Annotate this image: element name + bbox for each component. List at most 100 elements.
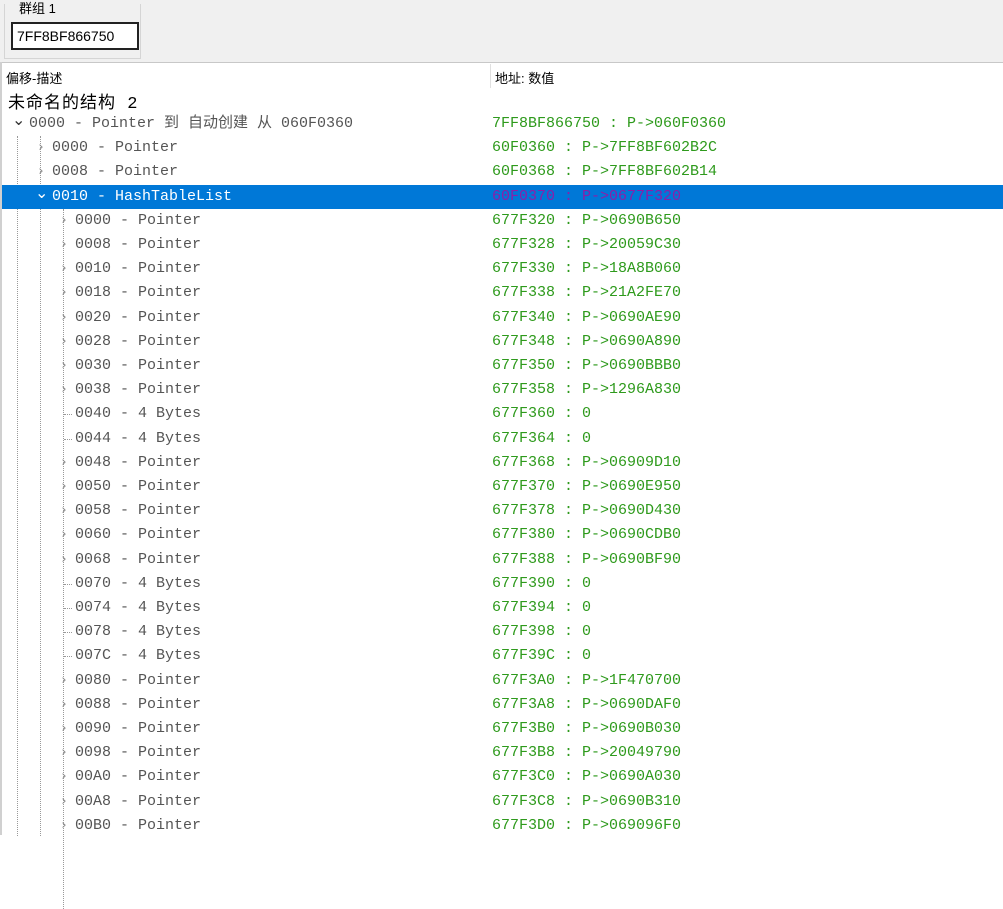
chevron-right-icon[interactable]: › [35,136,47,160]
structure-name[interactable]: 未命名的结构 2 [8,88,138,114]
tree-row[interactable]: 0074 - 4 Bytes 677F394 : 0 [2,596,1003,620]
row-address-value: 60F0368 : P->7FF8BF602B14 [492,163,718,181]
row-description: 0040 - 4 Bytes [75,405,202,423]
tree-row[interactable]: 0044 - 4 Bytes 677F364 : 0 [2,427,1003,451]
tree-row[interactable]: › 0058 - Pointer 677F378 : P->0690D430 [2,499,1003,523]
row-address-value: 677F348 : P->0690A890 [492,332,682,350]
tree-row[interactable]: ⌄ 0010 - HashTableList 60F0370 : P->0677F3… [2,183,1003,209]
row-address-value: 677F394 : 0 [492,599,592,616]
row-address-value: 60F0370 : P->0677F320 [492,187,682,205]
row-description: 0038 - Pointer [75,381,202,399]
row-address-value: 677F390 : 0 [492,574,592,592]
row-description: 0000 - Pointer [75,211,202,229]
row-address-value: 677F368 : P->06909D10 [492,453,682,471]
chevron-right-icon[interactable]: › [58,330,70,354]
chevron-right-icon[interactable]: › [58,499,70,523]
tree-row[interactable]: › 0098 - Pointer 677F3B8 : P->20049790 [2,741,1003,765]
row-description: 0044 - 4 Bytes [75,429,202,447]
tree-row[interactable]: › 00A0 - Pointer 677F3C0 : P->0690A030 [2,765,1003,789]
header-offset-description[interactable]: 偏移-描述 [6,68,62,87]
tree-row[interactable]: › 0050 - Pointer 677F370 : P->0690E950 [2,475,1003,499]
address-input[interactable] [11,22,139,50]
row-address-value: 677F380 : P->0690CDB0 [492,526,682,544]
row-description: 0018 - Pointer [75,284,202,302]
group-box: 群组 1 [4,0,141,59]
chevron-right-icon[interactable]: › [58,209,70,233]
chevron-right-icon[interactable]: › [58,378,70,402]
chevron-right-icon[interactable]: › [58,354,70,378]
tree-row[interactable]: › 0060 - Pointer 677F380 : P->0690CDB0 [2,523,1003,547]
tree-row[interactable]: ⌄ 0000 - Pointer 到 自动创建 从 060F0360 7FF8BF8… [2,110,1003,136]
tree-row[interactable]: › 0008 - Pointer 60F0368 : P->7FF8BF602B14 [2,160,1003,184]
tree-row[interactable]: › 0000 - Pointer 677F320 : P->0690B650 [2,209,1003,233]
chevron-right-icon[interactable]: › [58,475,70,499]
column-separator[interactable] [490,64,491,88]
row-description: 00A8 - Pointer [75,792,202,810]
row-description: 0048 - Pointer [75,453,202,471]
row-description: 00B0 - Pointer [75,816,202,834]
tree-row[interactable]: › 0018 - Pointer 677F338 : P->21A2FE70 [2,281,1003,305]
tree-connector [64,414,72,416]
tree-row[interactable]: › 0038 - Pointer 677F358 : P->1296A830 [2,378,1003,402]
tree-row[interactable]: › 0030 - Pointer 677F350 : P->0690BBB0 [2,354,1003,378]
header-address-value[interactable]: 地址: 数值 [495,68,554,87]
tree-row[interactable]: › 0010 - Pointer 677F330 : P->18A8B060 [2,257,1003,281]
row-address-value: 677F328 : P->20059C30 [492,236,682,253]
tree-row[interactable]: › 0008 - Pointer 677F328 : P->20059C30 [2,233,1003,257]
row-description: 007C - 4 Bytes [75,647,202,665]
chevron-right-icon[interactable]: › [58,306,70,330]
row-description: 0010 - Pointer [75,260,202,278]
row-description: 0020 - Pointer [75,308,202,326]
chevron-right-icon[interactable]: › [58,790,70,814]
row-address-value: 677F3C8 : P->0690B310 [492,792,682,810]
row-address-value: 677F350 : P->0690BBB0 [492,357,682,374]
chevron-down-icon[interactable]: ⌄ [35,181,48,205]
tree-row[interactable]: › 0048 - Pointer 677F368 : P->06909D10 [2,451,1003,475]
tree-row[interactable]: › 0000 - Pointer 60F0360 : P->7FF8BF602B2C [2,136,1003,160]
row-description: 0058 - Pointer [75,502,202,520]
tree-row[interactable]: › 00A8 - Pointer 677F3C8 : P->0690B310 [2,790,1003,814]
row-description: 0078 - 4 Bytes [75,623,202,641]
tree-row[interactable]: 0070 - 4 Bytes 677F390 : 0 [2,572,1003,596]
chevron-right-icon[interactable]: › [58,741,70,765]
tree-row[interactable]: 007C - 4 Bytes 677F39C : 0 [2,644,1003,668]
row-description: 0074 - 4 Bytes [75,599,202,616]
tree-row[interactable]: 0078 - 4 Bytes 677F398 : 0 [2,620,1003,644]
row-address-value: 677F398 : 0 [492,623,592,641]
row-description: 00A0 - Pointer [75,768,202,786]
tree-row[interactable]: › 00B0 - Pointer 677F3D0 : P->069096F0 [2,814,1003,838]
chevron-right-icon[interactable]: › [58,693,70,717]
chevron-right-icon[interactable]: › [58,765,70,789]
row-description: 0000 - Pointer 到 自动创建 从 060F0360 [29,115,354,132]
tree-row[interactable]: › 0080 - Pointer 677F3A0 : P->1F470700 [2,669,1003,693]
row-address-value: 677F338 : P->21A2FE70 [492,284,682,302]
row-address-value: 677F364 : 0 [492,429,592,447]
row-description: 0000 - Pointer [52,139,179,157]
tree-row[interactable]: › 0020 - Pointer 677F340 : P->0690AE90 [2,306,1003,330]
row-description: 0050 - Pointer [75,478,202,495]
row-address-value: 677F378 : P->0690D430 [492,502,682,520]
chevron-down-icon[interactable]: ⌄ [12,108,25,132]
row-address-value: 677F3B0 : P->0690B030 [492,720,682,737]
chevron-right-icon[interactable]: › [58,814,70,838]
row-description: 0028 - Pointer [75,332,202,350]
tree-row[interactable]: › 0028 - Pointer 677F348 : P->0690A890 [2,330,1003,354]
tree-connector [64,438,72,440]
row-description: 0030 - Pointer [75,357,202,374]
chevron-right-icon[interactable]: › [58,717,70,741]
tree-row[interactable]: › 0068 - Pointer 677F388 : P->0690BF90 [2,548,1003,572]
chevron-right-icon[interactable]: › [58,233,70,257]
tree-row[interactable]: › 0090 - Pointer 677F3B0 : P->0690B030 [2,717,1003,741]
chevron-right-icon[interactable]: › [58,669,70,693]
chevron-right-icon[interactable]: › [58,523,70,547]
chevron-right-icon[interactable]: › [58,548,70,572]
tree-row[interactable]: › 0088 - Pointer 677F3A8 : P->0690DAF0 [2,693,1003,717]
group-label: 群组 1 [17,0,58,17]
row-description: 0080 - Pointer [75,671,202,689]
row-address-value: 677F340 : P->0690AE90 [492,308,682,326]
chevron-right-icon[interactable]: › [58,451,70,475]
chevron-right-icon[interactable]: › [58,281,70,305]
tree-row[interactable]: 0040 - 4 Bytes 677F360 : 0 [2,402,1003,426]
chevron-right-icon[interactable]: › [58,257,70,281]
row-description: 0070 - 4 Bytes [75,574,202,592]
